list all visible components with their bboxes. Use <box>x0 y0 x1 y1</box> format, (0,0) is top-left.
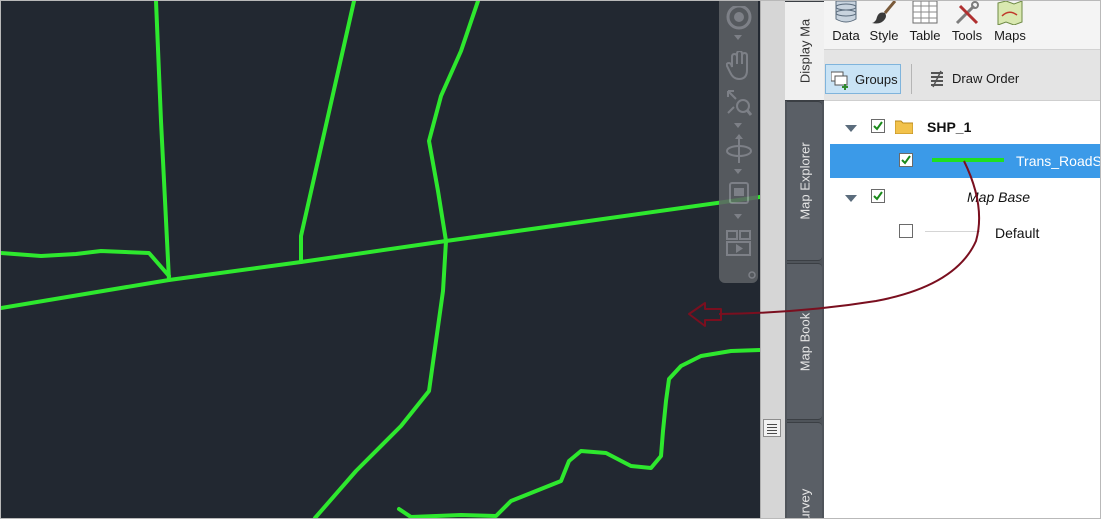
data-button[interactable]: Data <box>828 1 864 49</box>
tab-map-explorer[interactable]: Map Explorer <box>787 101 822 261</box>
display-manager-ribbon: Data Style Table Tools Maps <box>824 1 1100 50</box>
groups-label: Groups <box>855 72 898 87</box>
tree-row-layer-default[interactable]: Default <box>824 215 1100 249</box>
toolbar-separator <box>911 64 912 94</box>
draw-order-button[interactable]: Draw Order <box>921 64 1031 94</box>
tab-map-book[interactable]: Map Book <box>787 263 822 420</box>
maps-icon <box>997 1 1023 25</box>
map-canvas[interactable] <box>1 1 760 518</box>
tab-label: Display Ma <box>797 18 812 84</box>
layer-tree: SHP_1 Trans_RoadS Map Base Default <box>824 101 1101 518</box>
layer-checkbox[interactable] <box>871 189 885 203</box>
application-window: Display Ma Map Explorer Map Book Survey … <box>0 0 1101 519</box>
view-mode-toolbar: Groups Draw Order <box>824 50 1100 101</box>
database-icon <box>835 1 857 23</box>
layer-checkbox[interactable] <box>871 119 885 133</box>
maps-button[interactable]: Maps <box>990 1 1030 49</box>
ribbon-label: Maps <box>994 28 1026 43</box>
tree-row-group-map-base[interactable]: Map Base <box>824 180 1100 214</box>
tree-row-group-shp1[interactable]: SHP_1 <box>824 110 1100 144</box>
group-name: SHP_1 <box>927 119 972 135</box>
groups-button[interactable]: Groups <box>825 64 901 94</box>
tree-row-layer-trans-roads[interactable]: Trans_RoadS <box>830 144 1101 178</box>
tab-survey[interactable]: Survey <box>787 422 822 519</box>
expand-triangle-icon[interactable] <box>844 123 858 133</box>
ribbon-label: Style <box>869 28 899 43</box>
tools-button[interactable]: Tools <box>948 1 986 49</box>
style-button[interactable]: Style <box>866 1 902 49</box>
table-button[interactable]: Table <box>906 1 944 49</box>
tab-label: Survey <box>797 488 812 519</box>
annotation-arrow <box>1 1 760 518</box>
draw-order-icon <box>931 70 943 88</box>
layer-name: Default <box>995 225 1040 241</box>
layer-checkbox[interactable] <box>899 153 913 167</box>
ribbon-label: Data <box>832 28 860 43</box>
paintbrush-icon <box>872 1 897 24</box>
tab-display-manager[interactable]: Display Ma <box>785 1 824 101</box>
layer-checkbox[interactable] <box>899 224 913 238</box>
splitter-grip-icon[interactable] <box>763 419 781 437</box>
table-icon <box>912 1 938 24</box>
expand-triangle-icon[interactable] <box>844 193 858 203</box>
pane-splitter[interactable] <box>760 1 786 518</box>
groups-icon <box>831 71 848 90</box>
display-manager-pane: Data Style Table Tools Maps Groups Draw … <box>824 1 1101 518</box>
tools-icon <box>955 1 979 25</box>
folder-icon <box>895 120 913 134</box>
draw-order-label: Draw Order <box>952 71 1020 86</box>
ribbon-label: Table <box>909 28 941 43</box>
tab-label: Map Explorer <box>797 142 812 220</box>
tab-label: Map Book <box>797 312 812 371</box>
layer-name: Trans_RoadS <box>1016 153 1101 169</box>
line-style-swatch <box>932 158 1004 162</box>
ribbon-label: Tools <box>951 28 983 43</box>
side-tab-strip: Display Ma Map Explorer Map Book Survey <box>785 1 824 518</box>
default-style-swatch <box>925 231 980 232</box>
group-name: Map Base <box>967 189 1031 205</box>
